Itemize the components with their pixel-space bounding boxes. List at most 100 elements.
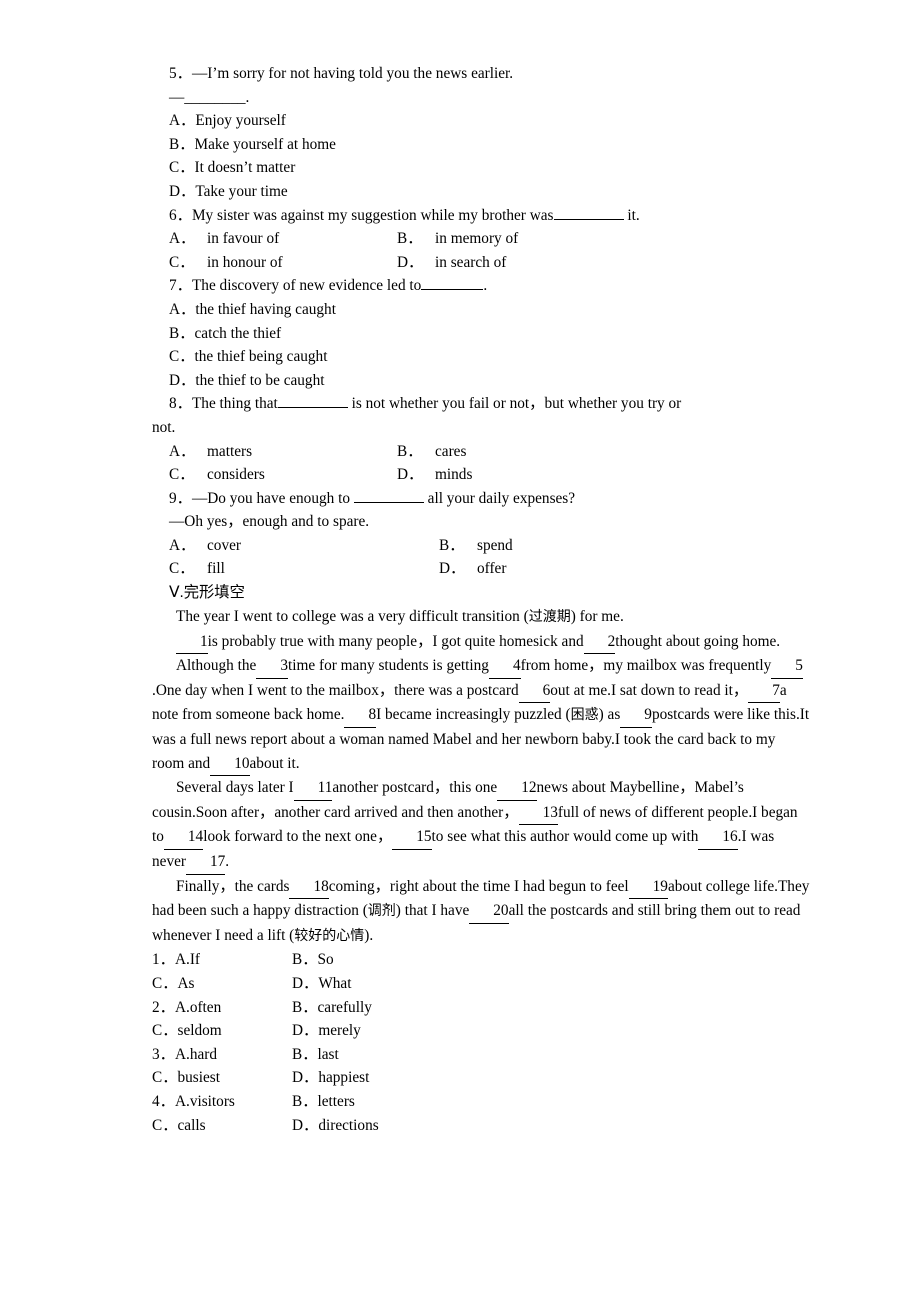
question-9-option-a-label: A． (169, 536, 196, 554)
cloze-option-b[interactable]: B．letters (292, 1090, 355, 1114)
cloze-blank-10[interactable]: 10 (210, 752, 250, 777)
cloze-option-c[interactable]: C．calls (152, 1114, 292, 1138)
cloze-answer-row: 2．A.often B．carefully (152, 996, 810, 1020)
cloze-paragraph: Several days later I 11another postcard，t… (152, 776, 810, 875)
question-8-option-b-text[interactable]: cares (435, 440, 466, 464)
question-9-option-d-text[interactable]: offer (477, 557, 506, 581)
question-6-option-a-label: A． (169, 230, 196, 248)
question-8-option-a-text[interactable]: matters (207, 440, 397, 464)
question-6-options-row-1: A． in favour of B． in memory of (152, 227, 810, 251)
question-6-option-d-label: D． (397, 253, 424, 271)
question-9-option-b-text[interactable]: spend (477, 534, 513, 558)
cloze-blank-9[interactable]: 9 (620, 703, 652, 729)
cloze-blank-19[interactable]: 19 (628, 875, 668, 900)
question-9-options-row-1: A． cover B． spend (152, 534, 810, 558)
question-9-option-b-label: B． (439, 536, 465, 554)
question-8-option-d-label: D． (397, 466, 424, 484)
question-5-option-a[interactable]: A．Enjoy yourself (152, 109, 810, 133)
question-8-option-d-text[interactable]: minds (435, 463, 472, 487)
cloze-text: ) as (598, 706, 621, 724)
cloze-answer-row: C．As D．What (152, 972, 810, 996)
cloze-option-d[interactable]: D．What (292, 972, 351, 996)
cloze-blank-15[interactable]: 15 (392, 825, 432, 850)
question-5-option-b[interactable]: B．Make yourself at home (152, 133, 810, 157)
cloze-answer-row: 4．A.visitors B．letters (152, 1090, 810, 1114)
question-5-option-c[interactable]: C．It doesn’t matter (152, 156, 810, 180)
question-8-stem-wrap: not. (152, 418, 176, 436)
question-8-stem-mid: is not whether you fail or not，but wheth… (351, 395, 682, 413)
question-7-option-c[interactable]: C．the thief being caught (152, 345, 810, 369)
cloze-blank-2[interactable]: 2 (583, 630, 616, 655)
question-8-stem: 8．The thing that is not whether you fail… (152, 392, 810, 416)
cloze-text: from home，my mailbox was frequently (520, 657, 772, 675)
cloze-text: . (225, 853, 230, 870)
cloze-option-a[interactable]: 2．A.often (152, 996, 292, 1020)
cloze-blank-11[interactable]: 11 (293, 776, 333, 801)
cloze-text: The year I went to college was a very di… (176, 608, 529, 626)
cloze-blank-13[interactable]: 13 (518, 801, 558, 826)
question-6-stem-post: it. (627, 206, 640, 224)
question-5-option-d[interactable]: D．Take your time (152, 180, 810, 204)
cloze-option-c[interactable]: C．As (152, 972, 292, 996)
question-6-option-d-text[interactable]: in search of (435, 251, 506, 275)
cloze-answer-row: 1．A.If B．So (152, 948, 810, 972)
question-8-option-c-text[interactable]: considers (207, 463, 397, 487)
cloze-blank-1[interactable]: 1 (176, 630, 208, 655)
question-7-blank (421, 289, 484, 291)
question-9-stem-pre: 9．—Do you have enough to (169, 489, 350, 507)
cloze-answer-row: 3．A.hard B．last (152, 1043, 810, 1067)
question-9-option-a-text[interactable]: cover (207, 534, 439, 558)
cloze-option-a[interactable]: 4．A.visitors (152, 1090, 292, 1114)
document-page: 5．—I’m sorry for not having told you the… (0, 0, 920, 1302)
question-7-stem: 7．The discovery of new evidence led to. (152, 274, 810, 298)
question-8-option-c-label: C． (169, 466, 195, 484)
cloze-blank-3[interactable]: 3 (256, 654, 288, 679)
question-9-options-row-2: C． fill D． offer (152, 557, 810, 581)
cloze-option-c[interactable]: C．busiest (152, 1066, 292, 1090)
question-6-option-c-text[interactable]: in honour of (207, 251, 397, 275)
cloze-option-a[interactable]: 1．A.If (152, 948, 292, 972)
cloze-option-b[interactable]: B．last (292, 1043, 339, 1067)
cloze-blank-4[interactable]: 4 (488, 654, 521, 679)
cloze-blank-14[interactable]: 14 (163, 825, 204, 850)
cloze-option-d[interactable]: D．merely (292, 1019, 361, 1043)
question-9-blank (353, 501, 424, 503)
cloze-option-d[interactable]: D．happiest (292, 1066, 369, 1090)
question-8-option-a-label: A． (169, 442, 196, 460)
cloze-text: Several days later I (176, 779, 294, 797)
question-7-option-d[interactable]: D．the thief to be caught (152, 369, 810, 393)
cloze-text: thought about going home. (615, 632, 781, 650)
cloze-option-a[interactable]: 3．A.hard (152, 1043, 292, 1067)
cloze-blank-18[interactable]: 18 (289, 875, 329, 900)
question-6-option-a-text[interactable]: in favour of (207, 227, 397, 251)
cloze-option-b[interactable]: B．So (292, 948, 334, 972)
question-5-stem-line-2: —________. (169, 88, 250, 106)
question-9-option-d-label: D． (439, 560, 466, 578)
cloze-blank-16[interactable]: 16 (698, 825, 738, 850)
question-9-stem: 9．—Do you have enough to all your daily … (152, 487, 810, 511)
cloze-blank-6[interactable]: 6 (518, 679, 551, 704)
question-9-stem-post: all your daily expenses? (427, 489, 576, 507)
question-6-options-row-2: C． in honour of D． in search of (152, 251, 810, 275)
question-9-option-c-text[interactable]: fill (207, 557, 439, 581)
cloze-passage: The year I went to college was a very di… (152, 605, 810, 948)
cloze-blank-20[interactable]: 20 (469, 899, 509, 924)
question-7-option-b[interactable]: B．catch the thief (152, 322, 810, 346)
cloze-blank-12[interactable]: 12 (497, 776, 537, 801)
cloze-text: out at me.I sat down to read it， (550, 681, 749, 699)
question-6-option-b-text[interactable]: in memory of (435, 227, 518, 251)
cloze-text: to see what this author would come up wi… (431, 828, 699, 846)
question-6-option-c-label: C． (169, 253, 195, 271)
cloze-blank-17[interactable]: 17 (185, 850, 226, 875)
question-7-option-a[interactable]: A．the thief having caught (152, 298, 810, 322)
cloze-blank-5[interactable]: 5 (771, 654, 803, 679)
cloze-option-d[interactable]: D．directions (292, 1114, 379, 1138)
cloze-blank-8[interactable]: 8 (344, 703, 377, 729)
cloze-paragraph: Finally，the cards 18coming，right about th… (152, 875, 810, 949)
cloze-blank-7[interactable]: 7 (748, 679, 780, 704)
cloze-option-c[interactable]: C．seldom (152, 1019, 292, 1043)
cloze-option-b[interactable]: B．carefully (292, 996, 372, 1020)
question-6-stem-pre: 6．My sister was against my suggestion wh… (169, 206, 554, 224)
cloze-paragraph: Although the 3time for many students is g… (152, 654, 810, 777)
question-9-stem-reply: —Oh yes，enough and to spare. (169, 513, 370, 531)
